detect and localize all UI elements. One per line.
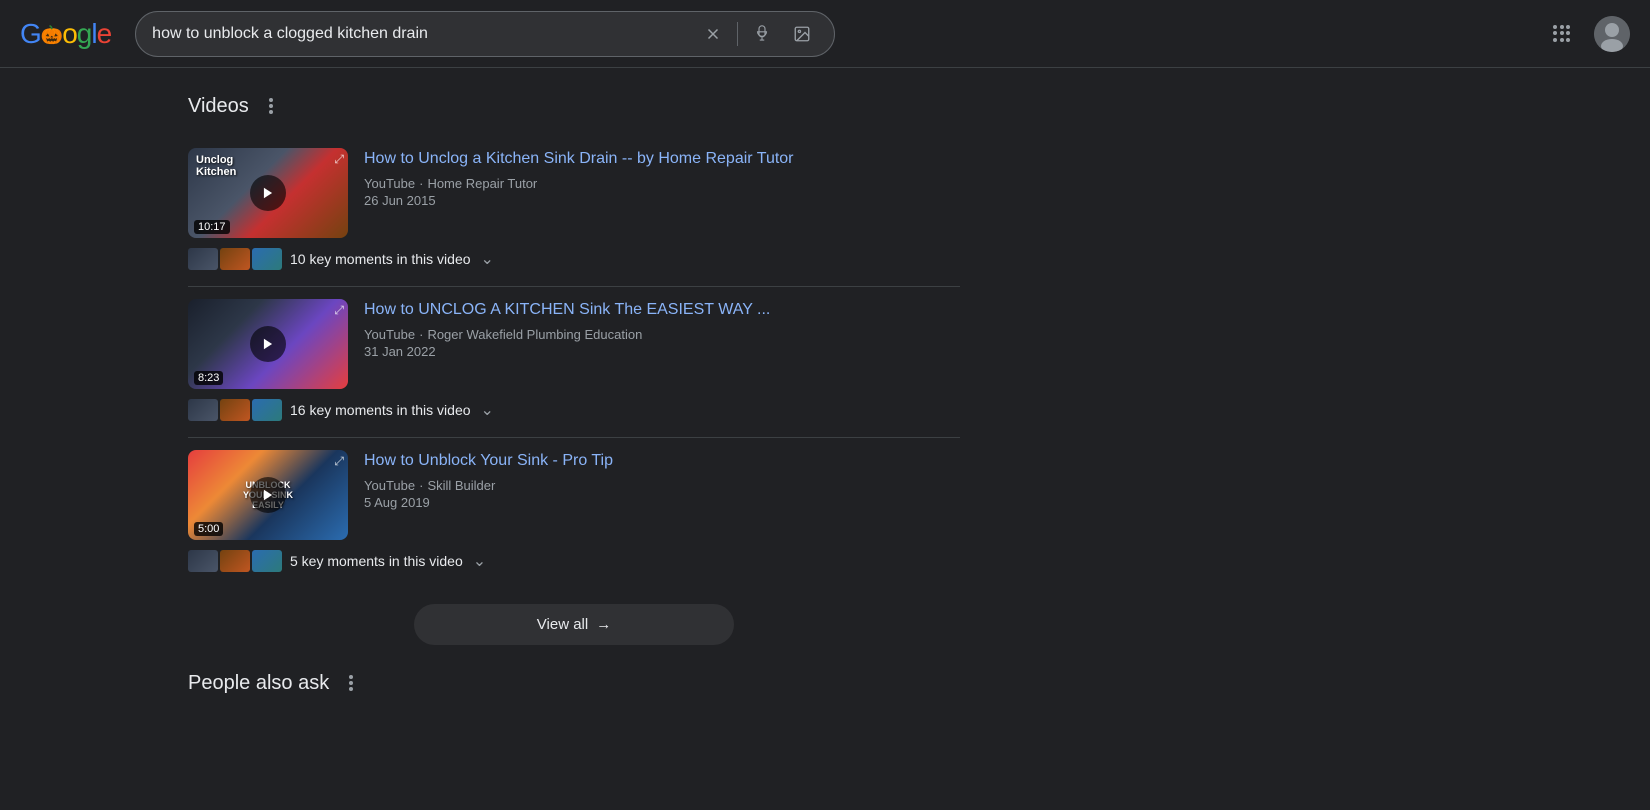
video-info-3: How to Unblock Your Sink - Pro Tip YouTu… bbox=[364, 450, 960, 510]
video-thumbnail-2[interactable]: 8:23 ⤢ bbox=[188, 299, 348, 389]
video-row-3: UNBLOCKYOUR SINKEASILY 5:00 ⤢ How to Unb… bbox=[188, 450, 960, 540]
key-moments-thumbnails-2 bbox=[188, 399, 282, 421]
expand-icon-2: ⌄ bbox=[481, 400, 494, 420]
video-row-2: 8:23 ⤢ How to UNCLOG A KITCHEN Sink The … bbox=[188, 299, 960, 389]
google-apps-button[interactable] bbox=[1542, 14, 1582, 54]
video-list: UnclogKitchen 10:17 ⤢ How to Unclog a Ki… bbox=[188, 136, 960, 588]
play-icon-3 bbox=[250, 477, 286, 513]
video-source-2: YouTube bbox=[364, 327, 415, 342]
vertical-dots-icon-2 bbox=[349, 675, 353, 691]
logo-o2: o bbox=[62, 18, 77, 49]
expand-icon-3: ⌄ bbox=[473, 551, 486, 571]
video-date-2: 31 Jan 2022 bbox=[364, 344, 960, 359]
video-title-1[interactable]: How to Unclog a Kitchen Sink Drain -- by… bbox=[364, 148, 960, 170]
key-moments-text-2: 16 key moments in this video bbox=[290, 402, 471, 418]
expand-icon-1: ⌄ bbox=[481, 249, 494, 269]
key-moments-row-2[interactable]: 16 key moments in this video ⌄ bbox=[188, 389, 960, 425]
people-also-ask-title: People also ask bbox=[188, 672, 329, 695]
video-meta-2: YouTube · Roger Wakefield Plumbing Educa… bbox=[364, 327, 960, 342]
view-all-label: View all bbox=[537, 616, 588, 633]
video-info-1: How to Unclog a Kitchen Sink Drain -- by… bbox=[364, 148, 960, 208]
play-icon-2 bbox=[250, 326, 286, 362]
video-meta-1: YouTube · Home Repair Tutor bbox=[364, 176, 960, 191]
search-icons bbox=[697, 18, 818, 50]
key-moments-thumbnails-1 bbox=[188, 248, 282, 270]
key-moments-row-1[interactable]: 10 key moments in this video ⌄ bbox=[188, 238, 960, 274]
key-moment-thumb-2c bbox=[252, 399, 282, 421]
logo-g: G bbox=[20, 18, 41, 49]
key-moments-row-3[interactable]: 5 key moments in this video ⌄ bbox=[188, 540, 960, 576]
fullscreen-icon-3: ⤢ bbox=[334, 454, 344, 469]
key-moment-thumb-3c bbox=[252, 550, 282, 572]
video-thumbnail-3[interactable]: UNBLOCKYOUR SINKEASILY 5:00 ⤢ bbox=[188, 450, 348, 540]
view-all-arrow-icon: → bbox=[596, 616, 611, 633]
view-all-button[interactable]: View all → bbox=[414, 604, 734, 645]
video-thumbnail-1[interactable]: UnclogKitchen 10:17 ⤢ bbox=[188, 148, 348, 238]
view-all-container: View all → bbox=[188, 604, 960, 645]
meta-dot-2: · bbox=[419, 327, 423, 342]
people-also-ask-section: People also ask bbox=[188, 669, 960, 697]
video-title-3[interactable]: How to Unblock Your Sink - Pro Tip bbox=[364, 450, 960, 472]
key-moment-thumb-1c bbox=[252, 248, 282, 270]
video-row-1: UnclogKitchen 10:17 ⤢ How to Unclog a Ki… bbox=[188, 148, 960, 238]
logo-g2: g bbox=[77, 18, 92, 49]
video-source-3: YouTube bbox=[364, 478, 415, 493]
video-date-1: 26 Jun 2015 bbox=[364, 193, 960, 208]
key-moment-thumb-1a bbox=[188, 248, 218, 270]
video-item-2: 8:23 ⤢ How to UNCLOG A KITCHEN Sink The … bbox=[188, 287, 960, 438]
fullscreen-icon-1: ⤢ bbox=[334, 152, 344, 167]
video-title-2[interactable]: How to UNCLOG A KITCHEN Sink The EASIEST… bbox=[364, 299, 960, 321]
meta-dot-3: · bbox=[419, 478, 423, 493]
voice-search-button[interactable] bbox=[746, 18, 778, 50]
fullscreen-icon-2: ⤢ bbox=[334, 303, 344, 318]
key-moment-thumb-3a bbox=[188, 550, 218, 572]
video-item-3: UNBLOCKYOUR SINKEASILY 5:00 ⤢ How to Unb… bbox=[188, 438, 960, 588]
search-divider bbox=[737, 22, 738, 46]
videos-more-options-button[interactable] bbox=[257, 92, 285, 120]
key-moment-thumb-2a bbox=[188, 399, 218, 421]
vertical-dots-icon bbox=[269, 98, 273, 114]
video-channel-2: Roger Wakefield Plumbing Education bbox=[427, 327, 642, 342]
main-content: Videos UnclogKitchen 10:17 ⤢ How to Uncl bbox=[0, 68, 960, 721]
key-moments-text-1: 10 key moments in this video bbox=[290, 251, 471, 267]
people-also-ask-more-options-button[interactable] bbox=[337, 669, 365, 697]
video-item-1: UnclogKitchen 10:17 ⤢ How to Unclog a Ki… bbox=[188, 136, 960, 287]
video-duration-2: 8:23 bbox=[194, 371, 223, 385]
google-logo[interactable]: G🎃ogle bbox=[20, 18, 111, 50]
logo-emoji: 🎃 bbox=[41, 25, 62, 45]
video-duration-3: 5:00 bbox=[194, 522, 223, 536]
key-moment-thumb-2b bbox=[220, 399, 250, 421]
image-search-button[interactable] bbox=[786, 18, 818, 50]
clear-search-button[interactable] bbox=[697, 18, 729, 50]
key-moment-thumb-1b bbox=[220, 248, 250, 270]
video-meta-3: YouTube · Skill Builder bbox=[364, 478, 960, 493]
key-moments-thumbnails-3 bbox=[188, 550, 282, 572]
videos-section-title: Videos bbox=[188, 95, 249, 118]
logo-e: e bbox=[97, 18, 112, 49]
search-input[interactable] bbox=[152, 25, 689, 43]
thumb-text-1: UnclogKitchen bbox=[196, 154, 236, 178]
user-avatar[interactable] bbox=[1594, 16, 1630, 52]
key-moments-text-3: 5 key moments in this video bbox=[290, 553, 463, 569]
videos-section-header: Videos bbox=[188, 92, 960, 120]
video-date-3: 5 Aug 2019 bbox=[364, 495, 960, 510]
grid-icon bbox=[1553, 25, 1571, 43]
video-channel-3: Skill Builder bbox=[427, 478, 495, 493]
key-moment-thumb-3b bbox=[220, 550, 250, 572]
header: G🎃ogle bbox=[0, 0, 1650, 68]
video-info-2: How to UNCLOG A KITCHEN Sink The EASIEST… bbox=[364, 299, 960, 359]
video-channel-1: Home Repair Tutor bbox=[427, 176, 537, 191]
header-right bbox=[1542, 14, 1630, 54]
video-duration-1: 10:17 bbox=[194, 220, 230, 234]
play-icon-1 bbox=[250, 175, 286, 211]
meta-dot-1: · bbox=[419, 176, 423, 191]
search-bar[interactable] bbox=[135, 11, 835, 57]
video-source-1: YouTube bbox=[364, 176, 415, 191]
